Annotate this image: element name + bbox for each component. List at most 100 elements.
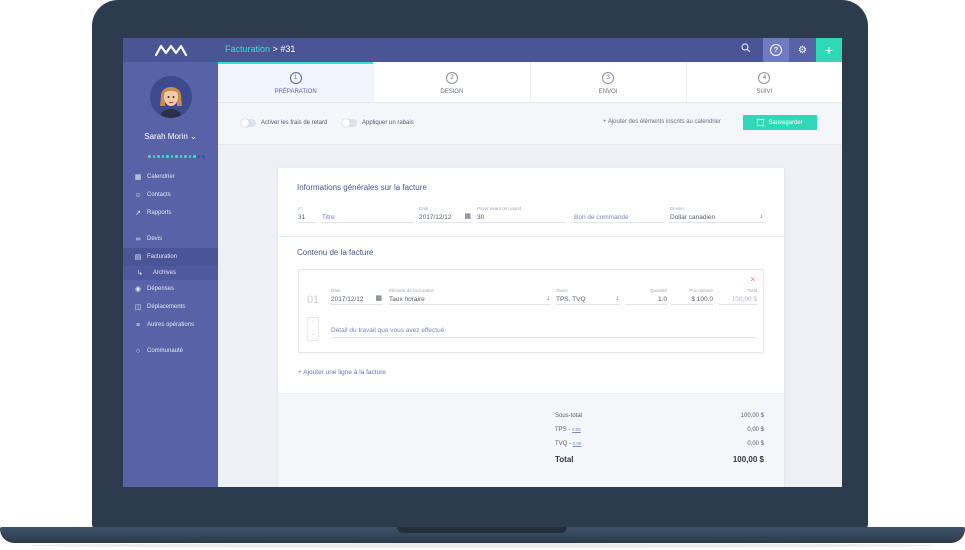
- sidebar-item-calendrier[interactable]: ▦ Calendrier: [123, 168, 218, 186]
- remove-line-button[interactable]: ×: [750, 275, 755, 284]
- field-label: Taxes: [556, 288, 568, 293]
- arrow-down-icon: ↓: [546, 295, 551, 302]
- field-label: n°: [298, 206, 303, 211]
- field-label: Devise: [670, 206, 684, 211]
- field-value: 31: [298, 213, 316, 223]
- tvq-rate-link[interactable]: 0.05: [573, 441, 582, 446]
- field-value: $ 100.0: [671, 295, 713, 305]
- sidebar-item-deplacements[interactable]: ◫ Déplacements: [123, 298, 218, 316]
- billing-item-select[interactable]: Élément de facturation Taux horaire ↓: [389, 288, 551, 305]
- tps-rate-link[interactable]: 0.05: [572, 427, 581, 432]
- sidebar-item-depenses[interactable]: ◉ Dépenses: [123, 280, 218, 298]
- laptop-shadow: [30, 543, 935, 548]
- currency-select[interactable]: Devise Dollar canadien ↓: [670, 206, 764, 223]
- field-value: 1.0: [625, 295, 667, 305]
- line-date-field[interactable]: Date 2017/12/12 ▦: [331, 288, 383, 305]
- unit-price-field[interactable]: Prix unitaire $ 100.0: [671, 288, 713, 305]
- taxes-value: TPS, TVQ: [556, 296, 586, 303]
- sidebar-item-label: Archives: [153, 270, 177, 276]
- sliders-icon: ≡: [135, 321, 141, 329]
- invoice-icon: ▤: [134, 253, 142, 261]
- field-label: Payer avant (en jours): [477, 206, 522, 211]
- app-logo[interactable]: [123, 38, 218, 62]
- tps-row: TPS - 0.05 0,00 $: [555, 427, 764, 433]
- sidebar-item-contacts[interactable]: ☺ Contacts: [123, 186, 218, 204]
- search-button[interactable]: [739, 43, 753, 57]
- options-bar: Activer les frais de retard Appliquer un…: [218, 103, 842, 145]
- total-label: Total: [555, 455, 574, 464]
- content-title: Contenu de la facture: [297, 248, 374, 257]
- field-label: Élément de facturation: [389, 288, 435, 293]
- settings-button[interactable]: ⚙: [789, 38, 816, 62]
- top-bar: Facturation > #31 ? ⚙ +: [218, 38, 842, 62]
- expenses-icon: ◉: [134, 285, 142, 293]
- sidebar-item-facturation[interactable]: ▤ Facturation: [123, 248, 218, 266]
- date-field[interactable]: Date 2017/12/12 ▦: [419, 206, 472, 223]
- subtotal-row: Sous-total 100,00 $: [555, 413, 764, 419]
- step-preparation[interactable]: 1 PRÉPARATION: [218, 62, 374, 102]
- save-label: Sauvegarder: [768, 119, 803, 126]
- add-line-button[interactable]: + Ajouter une ligne à la facture: [298, 369, 386, 376]
- field-value: Dollar canadien ↓: [670, 213, 764, 223]
- logo-icon: [154, 44, 187, 57]
- avatar[interactable]: [150, 76, 192, 118]
- calendar-icon[interactable]: ▦: [375, 294, 382, 303]
- add-button[interactable]: +: [816, 38, 842, 62]
- plus-icon: +: [824, 42, 834, 58]
- gear-icon: ⚙: [798, 44, 807, 56]
- subtotal-value: 100,00 $: [740, 413, 764, 419]
- total-value: 100,00 $: [732, 455, 764, 464]
- chat-icon: ○: [135, 347, 141, 355]
- step-number: 1: [289, 72, 302, 84]
- field-label: Prix unitaire: [689, 288, 713, 293]
- sidebar-item-archives[interactable]: ↳ Archives: [123, 266, 218, 280]
- step-design[interactable]: 2 DESIGN: [373, 62, 529, 102]
- tvq-row: TVQ - 0.05 0,00 $: [555, 441, 764, 447]
- sidebar-item-label: Devis: [147, 236, 163, 242]
- sidebar-item-rapports[interactable]: ↗ Rapports: [123, 204, 218, 222]
- toggle-switch[interactable]: [342, 119, 357, 127]
- subtotal-label: Sous-total: [555, 413, 583, 419]
- field-label: Total: [747, 288, 757, 293]
- breadcrumb-facturation[interactable]: Facturation: [225, 44, 270, 54]
- add-calendar-items-link[interactable]: + Ajouter des éléments inscrits au calen…: [603, 119, 721, 125]
- step-label: PRÉPARATION: [274, 89, 317, 95]
- user-menu[interactable]: Sarah Morin ⌄: [123, 132, 218, 141]
- line-number: 01: [307, 294, 320, 306]
- late-fees-toggle[interactable]: Activer les frais de retard: [241, 119, 327, 127]
- sidebar-item-communaute[interactable]: ○ Communauté: [123, 342, 218, 360]
- contacts-icon: ☺: [134, 191, 142, 199]
- sidebar-item-autres-operations[interactable]: ≡ Autres opérations: [123, 316, 218, 334]
- arrow-down-icon: ↓: [615, 295, 620, 302]
- toggle-switch[interactable]: [241, 119, 256, 127]
- quantity-field[interactable]: Quantité 1.0: [625, 288, 667, 305]
- billing-item-value: Taux horaire: [389, 296, 425, 303]
- user-name: Sarah Morin: [144, 132, 188, 141]
- section-divider: [278, 236, 784, 237]
- sidebar-item-label: Facturation: [147, 254, 178, 260]
- step-number: 3: [602, 72, 615, 84]
- field-value: 2017/12/12 ▦: [331, 295, 383, 305]
- work-detail-input[interactable]: Détail du travail que vous avez effectué: [331, 325, 757, 338]
- date-value: 2017/12/12: [419, 214, 452, 221]
- sidebar-item-label: Rapports: [147, 210, 172, 216]
- discount-toggle[interactable]: Appliquer un rabais: [342, 119, 414, 127]
- taxes-select[interactable]: Taxes TPS, TVQ ↓: [556, 288, 620, 305]
- save-icon: [757, 119, 765, 126]
- tvq-value: 0,00 $: [747, 441, 764, 447]
- title-field[interactable]: Titre: [322, 206, 414, 223]
- car-icon: ◫: [134, 303, 142, 311]
- sidebar-item-devis[interactable]: ∞ Devis: [123, 230, 218, 248]
- save-button[interactable]: Sauvegarder: [743, 115, 817, 130]
- search-icon: [741, 43, 751, 53]
- step-suivi[interactable]: 4 SUIVI: [685, 62, 842, 102]
- invoice-line: 01 × Date 2017/12/12 ▦ Élément de factur…: [298, 269, 764, 353]
- step-label: ENVOI: [598, 89, 618, 95]
- line-reorder-stepper[interactable]: ⌃ ⌄: [307, 317, 319, 341]
- invoice-number-field[interactable]: n° 31: [298, 206, 316, 223]
- calendar-icon[interactable]: ▦: [464, 212, 471, 221]
- purchase-order-field[interactable]: Bon de commande: [574, 206, 664, 223]
- help-button[interactable]: ?: [763, 38, 789, 62]
- step-envoi[interactable]: 3 ENVOI: [529, 62, 686, 102]
- pay-before-field[interactable]: Payer avant (en jours) 30: [477, 206, 565, 223]
